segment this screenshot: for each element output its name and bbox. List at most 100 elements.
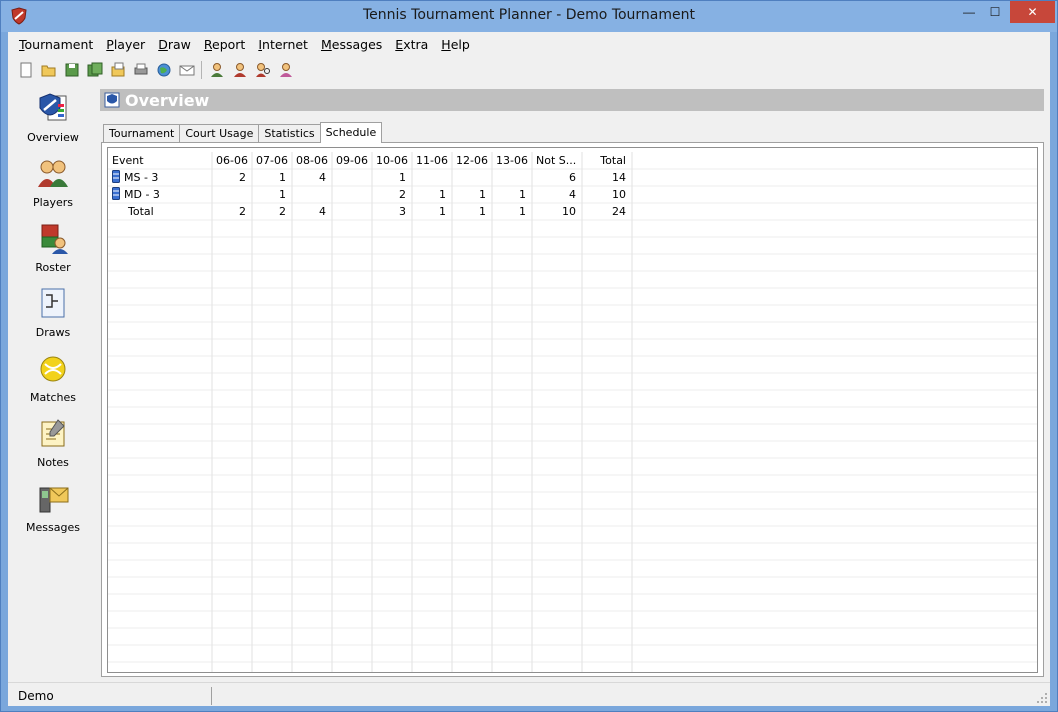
table-cell: 4 xyxy=(319,171,326,184)
tab-tournament[interactable]: Tournament xyxy=(103,124,181,142)
toolbar-separator xyxy=(201,61,202,79)
sidebar-item-label: Draws xyxy=(35,326,71,339)
toolbar-player-add-button[interactable] xyxy=(274,59,297,81)
menu-messages[interactable]: Messages xyxy=(316,34,390,56)
sidebar-item-overview[interactable]: Overview xyxy=(8,92,98,152)
sidebar-item-matches[interactable]: Matches xyxy=(8,352,98,412)
players-icon xyxy=(38,160,68,187)
resize-grip-icon[interactable] xyxy=(1036,692,1048,704)
table-cell xyxy=(452,169,492,186)
menu-label-rest: essages xyxy=(331,37,383,52)
toolbar-player-button[interactable] xyxy=(205,59,228,81)
table-cell: 1 xyxy=(479,188,486,201)
email-icon xyxy=(179,65,194,76)
grid-lines xyxy=(108,152,1037,672)
column-header[interactable]: Not S... xyxy=(532,152,582,169)
event-cell: MD - 3 xyxy=(108,186,212,203)
menu-label-rest: layer xyxy=(113,37,146,52)
tab-court-usage[interactable]: Court Usage xyxy=(179,124,260,142)
player-alt-icon xyxy=(233,63,246,77)
draws-icon xyxy=(41,288,65,318)
toolbar-new-button[interactable] xyxy=(14,59,37,81)
column-header[interactable]: Event xyxy=(108,152,212,169)
sidebar-item-label: Overview xyxy=(27,131,79,144)
toolbar-player-alt-button[interactable] xyxy=(228,59,251,81)
menu-label-rest: xtra xyxy=(403,37,429,52)
table-cell xyxy=(332,186,372,203)
column-header[interactable]: 08-06 xyxy=(292,152,332,169)
column-header[interactable]: 10-06 xyxy=(372,152,412,169)
client-area: Tournament Player Draw Report Internet Messag… xyxy=(8,32,1050,706)
status-bar: Demo xyxy=(8,682,1050,706)
toolbar-print-button[interactable] xyxy=(129,59,152,81)
table-cell: 2 xyxy=(399,188,406,201)
sidebar-item-roster[interactable]: Roster xyxy=(8,222,98,282)
column-header[interactable]: 06-06 xyxy=(212,152,252,169)
event-icon xyxy=(112,187,120,200)
sidebar-item-label: Matches xyxy=(29,391,77,404)
table-cell: 1 xyxy=(279,171,286,184)
menu-label-rest: eport xyxy=(212,37,246,52)
tab-statistics[interactable]: Statistics xyxy=(258,124,321,142)
menu-mnemonic: M xyxy=(320,37,332,52)
menu-mnemonic: D xyxy=(158,37,168,52)
toolbar-properties-button[interactable] xyxy=(106,59,129,81)
sidebar-item-players[interactable]: Players xyxy=(8,157,98,217)
table-cell: 1 xyxy=(439,188,446,201)
tab-strip: Tournament Court Usage Statistics Schedule xyxy=(103,122,383,143)
toolbar-player-search-button[interactable] xyxy=(251,59,274,81)
menu-mnemonic: P xyxy=(106,37,114,52)
table-cell: 1 xyxy=(479,205,486,218)
sidebar-item-label: Messages xyxy=(26,521,80,534)
schedule-grid[interactable]: Event 06-06 07-06 08-06 09-06 10-06 11-06 12-06… xyxy=(107,147,1038,673)
toolbar-open-button[interactable] xyxy=(37,59,60,81)
status-divider xyxy=(211,687,212,705)
menu-player[interactable]: Player xyxy=(101,34,153,56)
table-row[interactable]: Total 2 2 4 3 1 1 1 10 24 xyxy=(108,203,1037,220)
sidebar-item-draws[interactable]: Draws xyxy=(8,287,98,347)
table-cell xyxy=(332,169,372,186)
column-header[interactable]: 09-06 xyxy=(332,152,372,169)
toolbar-internet-button[interactable] xyxy=(152,59,175,81)
event-label: MD - 3 xyxy=(124,188,160,201)
sidebar-item-label: Roster xyxy=(35,261,71,274)
column-header[interactable]: 12-06 xyxy=(452,152,492,169)
menu-draw[interactable]: Draw xyxy=(153,34,199,56)
menu-label-rest: nternet xyxy=(262,37,308,52)
menu-extra[interactable]: Extra xyxy=(390,34,436,56)
column-header[interactable]: Total xyxy=(582,152,632,169)
table-cell xyxy=(212,186,252,203)
title-bar[interactable]: Tennis Tournament Planner - Demo Tournam… xyxy=(1,1,1057,32)
table-row[interactable]: MS - 3 2 1 4 1 6 14 xyxy=(108,169,1037,186)
event-cell: MS - 3 xyxy=(108,169,212,186)
menu-internet[interactable]: Internet xyxy=(253,34,316,56)
close-button[interactable]: ✕ xyxy=(1010,1,1055,23)
tab-schedule[interactable]: Schedule xyxy=(319,122,383,143)
sidebar-item-notes[interactable]: Notes xyxy=(8,417,98,477)
minimize-button[interactable]: — xyxy=(956,1,982,23)
menu-report[interactable]: Report xyxy=(199,34,253,56)
player-add-icon xyxy=(279,63,292,77)
new-icon xyxy=(20,62,31,78)
table-cell: 6 xyxy=(569,171,576,184)
menu-help[interactable]: Help xyxy=(436,34,478,56)
column-header[interactable]: 07-06 xyxy=(252,152,292,169)
table-row[interactable]: MD - 3 1 2 1 1 1 4 10 xyxy=(108,186,1037,203)
table-cell: 2 xyxy=(239,171,246,184)
toolbar-save-button[interactable] xyxy=(60,59,83,81)
toolbar-save-all-button[interactable] xyxy=(83,59,106,81)
save-all-icon xyxy=(87,62,102,77)
menu-mnemonic: E xyxy=(395,37,404,52)
menu-tournament[interactable]: Tournament xyxy=(14,34,101,56)
toolbar-email-button[interactable] xyxy=(175,59,198,81)
player-search-icon xyxy=(255,63,270,77)
table-cell: 1 xyxy=(519,205,526,218)
menu-mnemonic: R xyxy=(203,37,212,52)
column-header[interactable]: 13-06 xyxy=(492,152,532,169)
column-header[interactable]: 11-06 xyxy=(412,152,452,169)
menu-bar: Tournament Player Draw Report Internet Messag… xyxy=(8,34,1050,56)
app-window: Tennis Tournament Planner - Demo Tournam… xyxy=(0,0,1058,712)
sidebar-item-messages[interactable]: Messages xyxy=(8,482,98,542)
sidebar: Overview Players Roster Draws Matches Notes Me… xyxy=(8,92,100,677)
maximize-button[interactable]: ☐ xyxy=(982,1,1008,23)
